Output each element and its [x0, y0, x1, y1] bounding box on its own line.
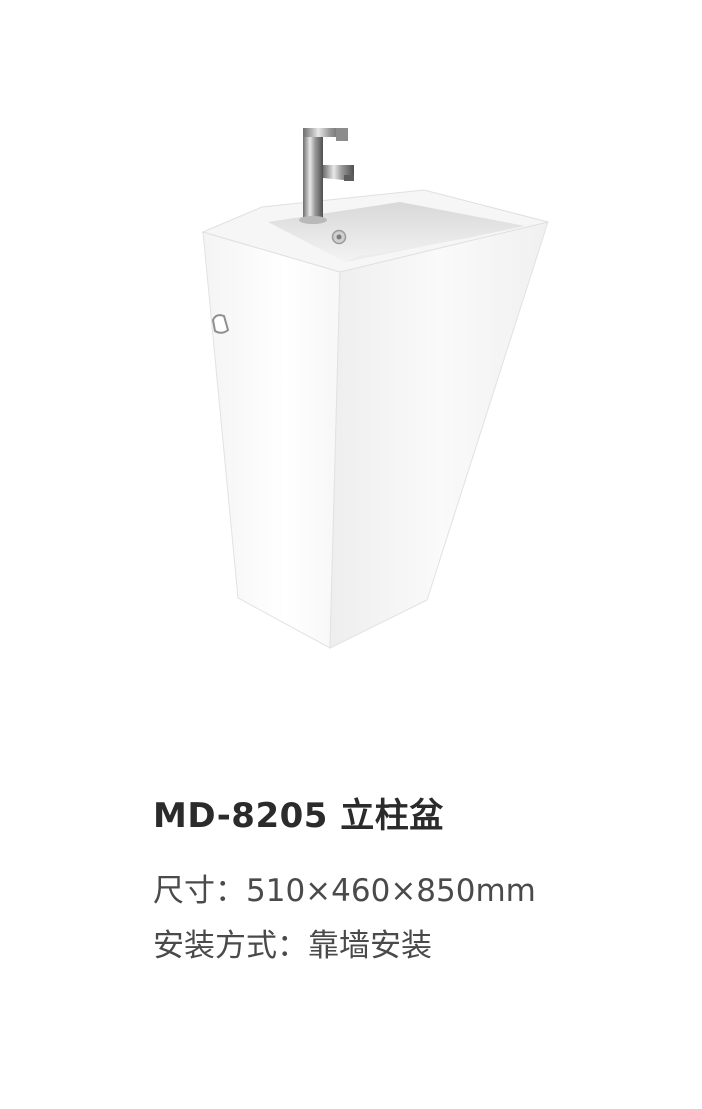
- spec-size: 尺寸：510×460×850mm: [153, 873, 536, 909]
- product-title: MD-8205 立柱盆: [153, 796, 444, 836]
- product-image: [0, 0, 702, 700]
- pedestal-front-face: [329, 221, 549, 649]
- pedestal-side-face: [202, 231, 341, 649]
- spec-install-method: 安装方式：靠墙安装: [153, 928, 432, 964]
